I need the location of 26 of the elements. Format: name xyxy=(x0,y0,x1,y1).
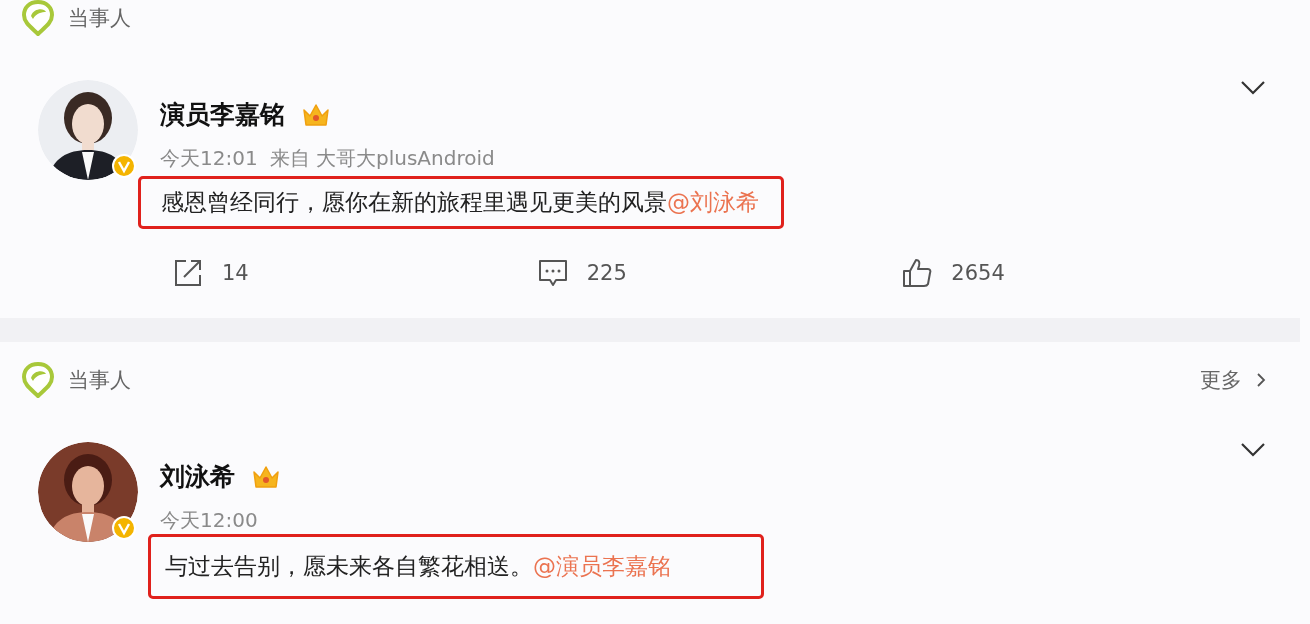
mention-link[interactable]: @演员李嘉铭 xyxy=(533,553,671,579)
section-label: 当事人 xyxy=(68,5,131,32)
post-time: 今天12:01 xyxy=(160,145,258,172)
chevron-right-icon xyxy=(1256,372,1266,388)
comment-icon[interactable] xyxy=(536,258,569,288)
crown-icon xyxy=(301,101,331,128)
action-count: 2654 xyxy=(951,261,1005,285)
mention-link[interactable]: @刘泳希 xyxy=(667,189,759,215)
action-count: 14 xyxy=(222,261,249,285)
chevron-down-icon[interactable] xyxy=(1240,80,1266,96)
post-text: 与过去告别，愿未来各自繁花相送。@演员李嘉铭 xyxy=(165,553,671,579)
action-count: 225 xyxy=(586,261,627,285)
section-label: 当事人 xyxy=(68,367,131,394)
verified-badge-icon xyxy=(112,154,136,178)
author-name[interactable]: 刘泳希 xyxy=(160,460,235,493)
crown-icon xyxy=(251,463,281,490)
location-pin-icon xyxy=(22,362,54,398)
more-link[interactable]: 更多 xyxy=(1200,366,1266,394)
chevron-down-icon[interactable] xyxy=(1240,442,1266,458)
thumbs-up-icon[interactable] xyxy=(901,257,934,289)
post-source: 来自 大哥大plusAndroid xyxy=(269,145,495,172)
share-icon[interactable] xyxy=(172,257,204,289)
verified-badge-icon xyxy=(112,516,136,540)
post-time: 今天12:00 xyxy=(160,507,258,534)
author-name[interactable]: 演员李嘉铭 xyxy=(160,98,285,131)
post-text: 感恩曾经同行，愿你在新的旅程里遇见更美的风景@刘泳希 xyxy=(161,189,759,215)
